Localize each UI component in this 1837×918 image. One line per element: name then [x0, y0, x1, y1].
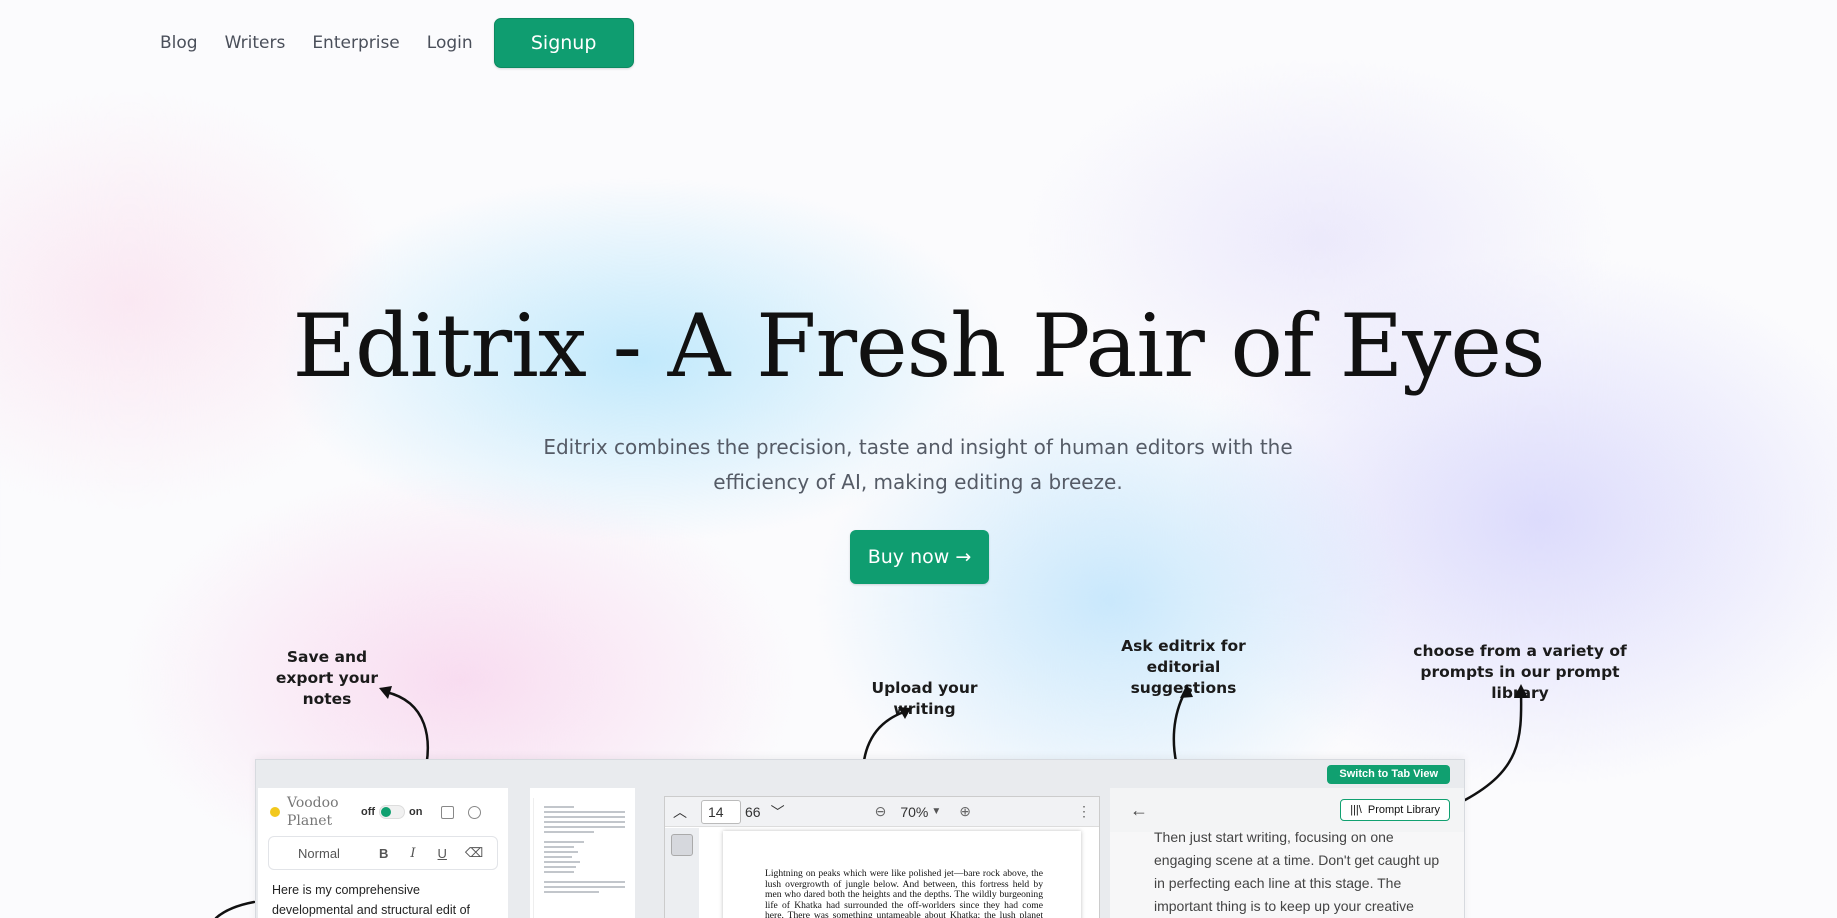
italic-button[interactable]: I — [410, 846, 415, 861]
ai-toggle[interactable] — [379, 805, 406, 819]
more-vertical-icon[interactable]: ⋮ — [1077, 803, 1091, 820]
chevron-down-icon[interactable]: ﹀ — [771, 802, 785, 822]
back-arrow-icon[interactable]: ← — [1130, 800, 1148, 821]
suggestion-text: Then just start writing, focusing on one… — [1154, 829, 1440, 914]
zoom-caret-icon[interactable]: ▼ — [931, 806, 941, 817]
notes-header: Voodoo Planet off on — [258, 788, 508, 830]
prompt-library-label: Prompt Library — [1367, 804, 1440, 816]
status-dot-icon — [270, 807, 280, 817]
notes-panel: Voodoo Planet off on Normal B I U ⌫ Here… — [258, 788, 508, 918]
arrow-prompts — [1463, 690, 1523, 802]
document-name: Voodoo Planet — [287, 795, 339, 829]
page-thumbnails-panel — [530, 788, 635, 918]
buy-now-button[interactable]: Buy now → — [850, 530, 989, 584]
toggle-on-label: on — [409, 806, 423, 818]
arrow-left-edge — [214, 900, 256, 918]
nav-blog-link[interactable]: Blog — [160, 33, 198, 53]
format-toolbar: Normal B I U ⌫ — [268, 836, 498, 870]
zoom-out-icon[interactable]: ⊖ — [875, 803, 887, 820]
page-thumbnail[interactable] — [533, 798, 633, 918]
hero-title: Editrix - A Fresh Pair of Eyes — [292, 295, 1545, 397]
page-number-input[interactable]: 14 — [701, 799, 741, 824]
switch-to-tab-view-button[interactable]: Switch to Tab View — [1327, 765, 1450, 784]
annotation-save-export: Save and export your notes — [275, 648, 379, 708]
underline-button[interactable]: U — [438, 846, 447, 861]
hero-subtitle: Editrix combines the precision, taste an… — [543, 435, 1293, 494]
document-page: Lightning on peaks which were like polis… — [723, 831, 1081, 918]
annotation-upload: Upload your writing — [871, 679, 978, 718]
settings-icon[interactable] — [467, 805, 481, 819]
zoom-select[interactable]: 70% — [900, 804, 928, 820]
total-pages: 66 — [745, 803, 761, 820]
nav-login-link[interactable]: Login — [427, 33, 473, 53]
nav-writers-link[interactable]: Writers — [225, 33, 286, 53]
nav-enterprise-link[interactable]: Enterprise — [312, 33, 399, 53]
viewer-toolbar: ︿ 14 66 ﹀ ⊖ 70% ▼ ⊕ ⋮ — [665, 797, 1099, 827]
suggestions-panel: ← |||\ Prompt Library Then just start wr… — [1110, 788, 1464, 918]
annotation-prompt-library: choose from a variety of prompts in our … — [1413, 642, 1627, 702]
document-viewer: ︿ 14 66 ﹀ ⊖ 70% ▼ ⊕ ⋮ Lightning on peaks… — [664, 796, 1100, 918]
viewer-sidebar — [665, 828, 699, 918]
eraser-icon[interactable]: ⌫ — [465, 845, 483, 861]
style-select[interactable]: Normal — [279, 846, 359, 861]
chevron-up-icon[interactable]: ︿ — [673, 802, 687, 822]
top-nav: Blog Writers Enterprise Login Signup — [160, 18, 634, 68]
library-icon: |||\ — [1350, 804, 1362, 816]
document-outline-icon[interactable] — [671, 834, 693, 856]
notes-editor[interactable]: Here is my comprehensive developmental a… — [258, 870, 508, 918]
signup-button[interactable]: Signup — [493, 18, 634, 68]
save-icon[interactable] — [440, 805, 454, 819]
annotation-ask-editrix: Ask editrix for editorial suggestions — [1121, 637, 1246, 697]
toggle-off-label: off — [361, 806, 376, 818]
zoom-in-icon[interactable]: ⊕ — [959, 803, 971, 820]
prompt-library-button[interactable]: |||\ Prompt Library — [1340, 799, 1450, 821]
bold-button[interactable]: B — [379, 846, 388, 861]
app-preview-window: Switch to Tab View Voodoo Planet off on … — [255, 759, 1465, 918]
